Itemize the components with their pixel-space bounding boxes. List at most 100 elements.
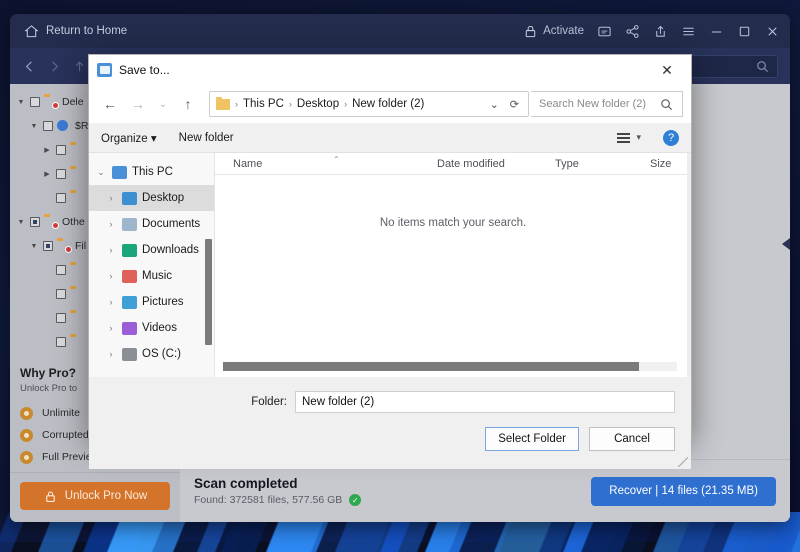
forward-button[interactable]: → (125, 91, 151, 117)
breadcrumb-this-pc[interactable]: This PC (243, 98, 284, 110)
cancel-button[interactable]: Cancel (589, 427, 675, 451)
dialog-close-button[interactable]: ✕ (647, 56, 687, 84)
tree-checkbox[interactable] (43, 121, 53, 131)
chevron-down-icon[interactable]: ⌄ (95, 167, 107, 178)
chevron-right-icon[interactable]: › (105, 245, 117, 255)
nav-pane-item-label: OS (C:) (142, 348, 181, 360)
file-list-header: Name ⌃ Date modified Type Size (215, 153, 691, 175)
file-list-pane: Name ⌃ Date modified Type Size No items … (215, 153, 691, 377)
lock-icon (43, 489, 58, 504)
chevron-right-icon[interactable]: › (105, 219, 117, 229)
folder-field-row: Folder: New folder (2) (89, 377, 691, 413)
view-caret-icon[interactable]: ▾ (636, 132, 641, 143)
navigation-pane[interactable]: ⌄This PC›Desktop›Documents›Downloads›Mus… (89, 153, 215, 377)
dialog-search-input[interactable]: Search New folder (2) (539, 98, 655, 110)
nav-pane-item-label: Downloads (142, 244, 199, 256)
save-to-dialog: Save to... ✕ ← → ⌄ ↑ › This PC › Desktop… (88, 54, 692, 438)
nav-pane-item-this-pc[interactable]: ⌄ This PC (89, 159, 214, 185)
dialog-button-row: Select Folder Cancel (89, 413, 691, 451)
tree-checkbox[interactable] (43, 241, 53, 251)
chevron-right-icon[interactable]: › (105, 271, 117, 281)
chevron-right-icon[interactable]: › (105, 193, 117, 203)
dialog-search-box[interactable]: Search New folder (2) (531, 91, 683, 117)
chevron-right-icon[interactable]: › (105, 349, 117, 359)
new-folder-button[interactable]: New folder (179, 132, 234, 144)
feedback-icon[interactable] (597, 24, 612, 39)
close-icon[interactable] (765, 24, 780, 39)
tree-checkbox[interactable] (56, 193, 66, 203)
nav-pane-item-label: Videos (142, 322, 177, 334)
caret-right-icon[interactable]: ▶ (42, 146, 52, 154)
tree-checkbox[interactable] (56, 169, 66, 179)
unlock-pro-button[interactable]: Unlock Pro Now (20, 482, 170, 510)
organize-menu[interactable]: Organize ▾ (101, 131, 157, 145)
status-bar: Scan completed Found: 372581 files, 577.… (180, 460, 790, 522)
scrollbar-thumb[interactable] (223, 362, 639, 371)
file-list-vertical-scrollbar[interactable] (687, 153, 691, 377)
nav-pane-item-label: This PC (132, 166, 173, 178)
menu-icon[interactable] (681, 24, 696, 39)
nav-pane-item-desktop[interactable]: ›Desktop (89, 185, 214, 211)
nav-pane-item-downloads[interactable]: › Downloads (89, 237, 214, 263)
help-icon[interactable]: ? (663, 130, 679, 146)
app-forward-icon[interactable] (47, 59, 62, 74)
tree-checkbox[interactable] (30, 97, 40, 107)
dialog-content: ⌄This PC›Desktop›Documents›Downloads›Mus… (89, 153, 691, 377)
share-icon[interactable] (625, 24, 640, 39)
caret-down-icon[interactable]: ▼ (16, 99, 26, 106)
caret-down-icon[interactable]: ▼ (29, 123, 39, 130)
nav-pane-item-documents[interactable]: ›Documents (89, 211, 214, 237)
column-header-date[interactable]: Date modified (437, 158, 505, 170)
breadcrumb-separator: › (344, 99, 347, 109)
nav-pane-item-pictures[interactable]: ›Pictures (89, 289, 214, 315)
refresh-icon[interactable]: ⟳ (507, 98, 522, 111)
tree-checkbox[interactable] (56, 289, 66, 299)
videos-icon (122, 322, 137, 335)
tree-checkbox[interactable] (56, 265, 66, 275)
activate-button[interactable]: Activate (523, 24, 584, 39)
view-options-icon[interactable] (617, 133, 630, 143)
dialog-footer: Folder: New folder (2) Select Folder Can… (89, 377, 691, 469)
maximize-icon[interactable] (737, 24, 752, 39)
column-header-type[interactable]: Type (555, 158, 579, 170)
folder-input[interactable]: New folder (2) (295, 391, 675, 413)
return-to-home-label[interactable]: Return to Home (46, 25, 127, 37)
back-button[interactable]: ← (97, 91, 123, 117)
breadcrumb-new-folder[interactable]: New folder (2) (352, 98, 424, 110)
nav-pane-item-music[interactable]: ›Music (89, 263, 214, 289)
nav-pane-item-os-c[interactable]: › OS (C:) (89, 341, 214, 367)
tree-item-label: Dele (62, 96, 84, 108)
nav-pane-item-videos[interactable]: › Videos (89, 315, 214, 341)
app-up-icon[interactable] (72, 59, 87, 74)
column-header-size[interactable]: Size (650, 158, 671, 170)
tree-checkbox[interactable] (56, 145, 66, 155)
home-icon[interactable] (24, 24, 39, 39)
minimize-icon[interactable] (709, 24, 724, 39)
tree-checkbox[interactable] (56, 313, 66, 323)
select-folder-button[interactable]: Select Folder (485, 427, 579, 451)
navigation-pane-scrollbar[interactable] (205, 239, 212, 345)
resize-grip[interactable] (678, 457, 688, 467)
collapse-panel-arrow-icon[interactable] (782, 238, 790, 250)
file-list-horizontal-scrollbar[interactable] (223, 362, 677, 371)
tree-checkbox[interactable] (30, 217, 40, 227)
desktop-icon (122, 192, 137, 205)
monitor-icon (112, 166, 127, 179)
export-icon[interactable] (653, 24, 668, 39)
app-back-icon[interactable] (22, 59, 37, 74)
caret-down-icon[interactable]: ▼ (29, 243, 39, 250)
address-bar[interactable]: › This PC › Desktop › New folder (2) ⌄ ⟳ (209, 91, 529, 117)
folder-icon (70, 264, 84, 276)
recent-locations-button[interactable]: ⌄ (153, 91, 173, 117)
breadcrumb-desktop[interactable]: Desktop (297, 98, 339, 110)
recover-button[interactable]: Recover | 14 files (21.35 MB) (591, 477, 776, 506)
column-header-name[interactable]: Name (233, 158, 262, 170)
tree-checkbox[interactable] (56, 337, 66, 347)
chevron-right-icon[interactable]: › (105, 297, 117, 307)
caret-down-icon[interactable]: ▼ (16, 219, 26, 226)
up-button[interactable]: ↑ (175, 91, 201, 117)
pro-bullet-icon (20, 451, 33, 464)
chevron-right-icon[interactable]: › (105, 323, 117, 333)
chevron-down-icon[interactable]: ⌄ (487, 98, 502, 111)
caret-right-icon[interactable]: ▶ (42, 170, 52, 178)
